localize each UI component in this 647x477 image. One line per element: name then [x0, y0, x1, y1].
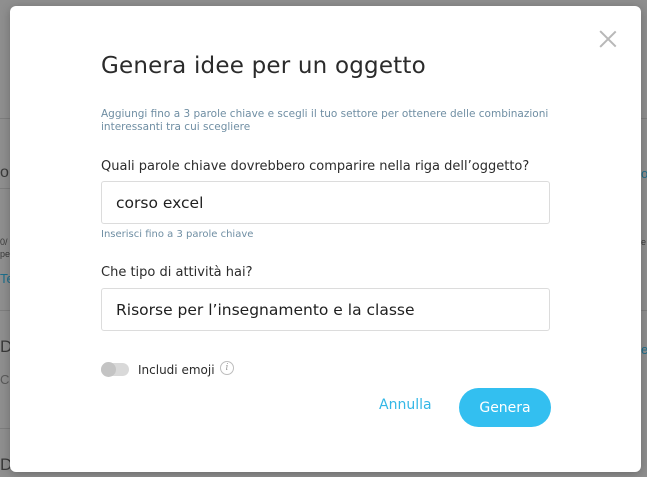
bg-divider [641, 118, 647, 119]
bg-divider [0, 428, 10, 429]
keywords-label: Quali parole chiave dovrebbero comparire… [101, 159, 530, 174]
dialog-title: Genera idee per un oggetto [101, 53, 426, 79]
bg-text-fragment: C [0, 372, 10, 387]
bg-link-fragment: o [641, 166, 647, 181]
bg-divider [641, 310, 647, 311]
bg-link-fragment: e [641, 342, 647, 357]
business-type-select[interactable]: Risorse per l’insegnamento e la classe [101, 288, 550, 331]
dialog-subtitle: Aggiungi fino a 3 parole chiave e scegli… [101, 108, 549, 133]
info-icon[interactable]: i [220, 361, 234, 375]
generate-subject-dialog: Genera idee per un oggetto Aggiungi fino… [10, 6, 641, 472]
bg-text-fragment: e [641, 237, 647, 247]
bg-divider [0, 118, 10, 119]
keywords-hint: Inserisci fino a 3 parole chiave [101, 229, 254, 240]
toggle-knob [101, 362, 116, 377]
close-icon[interactable] [599, 30, 617, 48]
emoji-toggle[interactable] [101, 362, 129, 377]
keywords-input[interactable]: corso excel [101, 181, 550, 224]
bg-text-fragment: 0/ [0, 237, 8, 247]
bg-text-fragment: o [0, 164, 9, 181]
generate-button[interactable]: Genera [459, 388, 551, 427]
cancel-button[interactable]: Annulla [379, 397, 432, 413]
bg-divider [0, 188, 10, 189]
bg-text-fragment: pe [0, 249, 11, 259]
emoji-toggle-label: Includi emoji [138, 363, 215, 377]
business-type-label: Che tipo di attività hai? [101, 265, 253, 280]
bg-divider [0, 310, 10, 311]
